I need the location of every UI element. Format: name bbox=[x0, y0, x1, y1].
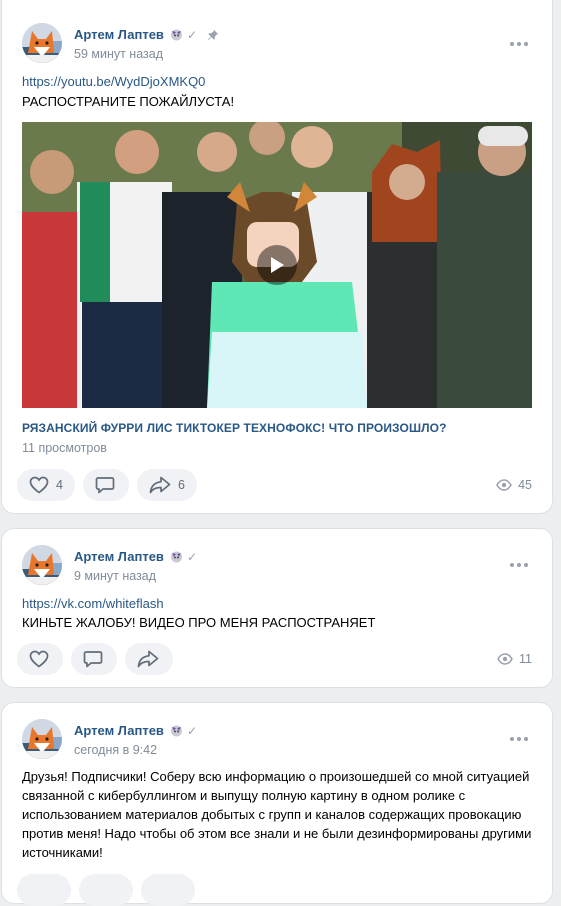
share-button[interactable] bbox=[141, 874, 195, 906]
post-actions: 4 6 bbox=[17, 469, 197, 501]
avatar[interactable] bbox=[22, 545, 62, 585]
like-button[interactable] bbox=[17, 643, 63, 675]
heart-icon bbox=[29, 650, 49, 668]
avatar[interactable] bbox=[22, 719, 62, 759]
pin-icon bbox=[207, 29, 219, 41]
video-thumbnail[interactable] bbox=[22, 122, 532, 408]
eye-icon bbox=[497, 653, 513, 665]
comment-button[interactable] bbox=[79, 874, 133, 906]
comment-button[interactable] bbox=[82, 469, 129, 501]
post-card: Артем Лаптев ✓ сегодня в 9:42 Друзья! По… bbox=[2, 703, 552, 906]
comment-button[interactable] bbox=[71, 643, 117, 675]
post-text: КИНЬТЕ ЖАЛОБУ! ВИДЕО ПРО МЕНЯ РАСПОСТРАН… bbox=[22, 615, 376, 630]
verified-check-icon: ✓ bbox=[186, 723, 197, 738]
eye-icon bbox=[496, 479, 512, 491]
more-icon[interactable] bbox=[510, 737, 528, 741]
verified-check-icon: ✓ bbox=[186, 27, 197, 42]
post-link[interactable]: https://youtu.be/WydDjoXMKQ0 bbox=[22, 74, 205, 89]
play-button[interactable] bbox=[257, 245, 297, 285]
verified-check-icon: ✓ bbox=[186, 549, 197, 564]
views-count: 45 bbox=[518, 478, 532, 492]
fox-emoji-icon bbox=[170, 550, 183, 563]
post-link[interactable]: https://vk.com/whiteflash bbox=[22, 596, 164, 611]
post-actions bbox=[17, 874, 195, 906]
views-counter: 11 bbox=[497, 652, 532, 666]
video-views: 11 просмотров bbox=[22, 441, 107, 455]
share-button[interactable]: 6 bbox=[136, 469, 197, 501]
post-text: РАСПОСТРАНИТЕ ПОЖАЙЛУСТА! bbox=[22, 94, 235, 109]
views-count: 11 bbox=[519, 652, 532, 666]
fox-emoji-icon bbox=[170, 28, 183, 41]
share-count: 6 bbox=[177, 478, 185, 492]
post-text: Друзья! Подписчики! Соберу всю информаци… bbox=[22, 769, 532, 860]
post-time[interactable]: 59 минут назад bbox=[74, 47, 219, 61]
more-icon[interactable] bbox=[510, 563, 528, 567]
video-title[interactable]: РЯЗАНСКИЙ ФУРРИ ЛИС ТИКТОКЕР ТЕХНОФОКС! … bbox=[22, 421, 447, 435]
post-time[interactable]: 9 минут назад bbox=[74, 569, 197, 583]
post-header: Артем Лаптев ✓ 9 минут назад bbox=[22, 545, 197, 585]
share-icon bbox=[137, 650, 159, 668]
like-button[interactable] bbox=[17, 874, 71, 906]
author-name[interactable]: Артем Лаптев bbox=[74, 549, 164, 564]
like-button[interactable]: 4 bbox=[17, 469, 75, 501]
share-button[interactable] bbox=[125, 643, 173, 675]
like-count: 4 bbox=[56, 478, 63, 492]
avatar[interactable] bbox=[22, 23, 62, 63]
more-icon[interactable] bbox=[510, 42, 528, 46]
post-card: Артем Лаптев ✓ 59 минут назад https://yo… bbox=[2, 0, 552, 513]
views-counter: 45 bbox=[496, 478, 532, 492]
post-header: Артем Лаптев ✓ 59 минут назад bbox=[22, 23, 219, 63]
comment-icon bbox=[83, 651, 103, 668]
fox-emoji-icon bbox=[170, 724, 183, 737]
author-name[interactable]: Артем Лаптев bbox=[74, 27, 164, 42]
post-card: Артем Лаптев ✓ 9 минут назад https://vk.… bbox=[2, 529, 552, 687]
share-icon bbox=[149, 476, 171, 494]
post-header: Артем Лаптев ✓ сегодня в 9:42 bbox=[22, 719, 197, 759]
post-actions bbox=[17, 643, 173, 675]
comment-icon bbox=[95, 477, 115, 494]
heart-icon bbox=[29, 476, 49, 494]
author-name[interactable]: Артем Лаптев bbox=[74, 723, 164, 738]
post-time[interactable]: сегодня в 9:42 bbox=[74, 743, 197, 757]
